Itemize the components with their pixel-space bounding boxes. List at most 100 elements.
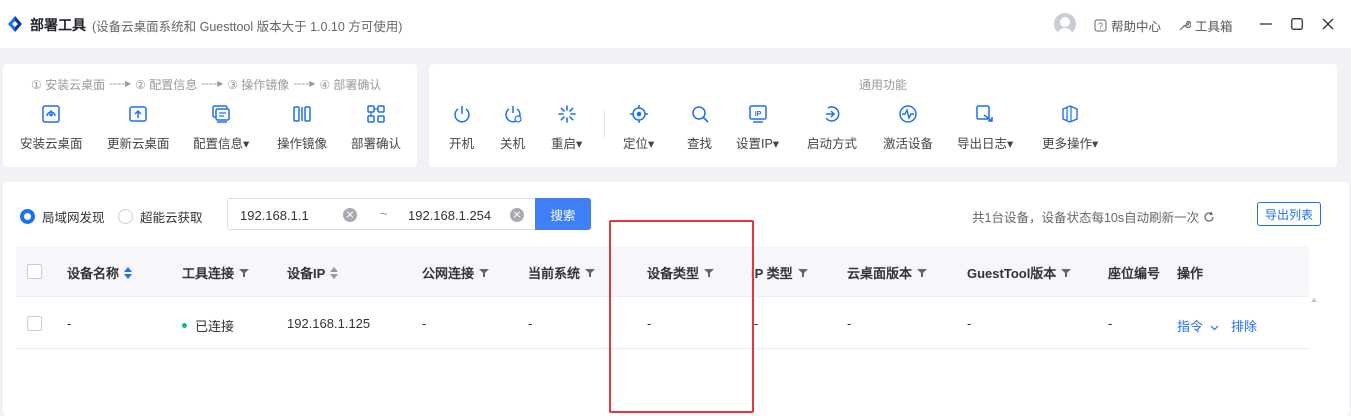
export-log-button[interactable]: 导出日志▾ [957, 104, 1013, 152]
ip-start-input[interactable] [240, 206, 334, 224]
cloud-fetch-radio[interactable]: 超能云获取 [118, 207, 203, 226]
cell-current-os: - [528, 316, 533, 331]
toolbox-link[interactable]: 工具箱 [1178, 16, 1233, 35]
ip-end-input[interactable] [408, 206, 510, 224]
deploy-confirm-button[interactable]: 部署确认 [351, 104, 401, 152]
ip-range-box: ~ [227, 198, 536, 230]
restart-button[interactable]: 重启▾ [551, 104, 582, 152]
exclude-link[interactable]: 排除 [1231, 316, 1257, 335]
radio-label: 超能云获取 [140, 211, 203, 225]
cell-public-connection: - [422, 316, 427, 331]
clear-icon[interactable] [343, 208, 357, 222]
scroll-up-icon[interactable] [1311, 297, 1317, 303]
sort-icon[interactable] [124, 266, 133, 279]
more-actions-button[interactable]: 更多操作▾ [1042, 104, 1098, 152]
find-button[interactable]: 查找 [687, 104, 712, 152]
export-log-icon [976, 105, 993, 122]
power-off-button[interactable]: 关机 [500, 104, 525, 152]
table-row[interactable]: - 已连接 192.168.1.125 - - - - - - - 指令 排除 [16, 297, 1309, 349]
cell-seat-number: - [1108, 316, 1113, 331]
cell-device-name: - [67, 316, 72, 331]
command-dropdown[interactable]: 指令 [1177, 316, 1219, 335]
close-icon [1322, 18, 1334, 30]
refresh-icon[interactable] [1203, 211, 1215, 223]
maximize-button[interactable] [1287, 14, 1307, 34]
tool-label: 安装云桌面 [20, 137, 83, 151]
app-title: 部署工具 [30, 17, 86, 33]
deploy-confirm-icon [367, 105, 385, 123]
tool-label: 重启▾ [551, 137, 583, 151]
sort-icon[interactable] [330, 266, 339, 279]
range-separator: ~ [380, 206, 388, 221]
connected-status-dot [182, 323, 187, 329]
radio-label: 局域网发现 [42, 211, 105, 225]
tool-label: 部署确认 [351, 137, 402, 151]
toolbox-label: 工具箱 [1195, 20, 1233, 34]
panel-heading: 通用功能 [858, 78, 907, 92]
row-checkbox[interactable] [27, 316, 42, 331]
column-label: 工具连接 [182, 266, 235, 281]
step-config: ② 配置信息 [135, 78, 198, 92]
chevron-down-icon [1210, 325, 1219, 331]
tool-label: 关机 [500, 137, 526, 151]
tool-label: 查找 [687, 137, 713, 151]
minimize-button[interactable] [1256, 14, 1276, 34]
connection-label: 已连接 [195, 319, 235, 334]
column-device-name: 设备名称 [67, 263, 133, 282]
filter-icon[interactable] [239, 268, 250, 278]
boot-mode-button[interactable]: 启动方式 [807, 104, 857, 152]
common-functions-panel: 通用功能 开机 关机 重启▾ 定位▾ 查找 IP 设置IP▾ 启动方式 激活设备… [429, 64, 1337, 167]
locate-button[interactable]: 定位▾ [623, 104, 654, 152]
svg-text:?: ? [1098, 21, 1103, 31]
step-arrow: ----▸ [109, 76, 132, 90]
device-status-text: 共1台设备，设备状态每10s自动刷新一次 [972, 207, 1215, 226]
radio-checked-icon [20, 209, 35, 224]
deploy-steps: ① 安装云桌面 ----▸ ② 配置信息 ----▸ ③ 操作镜像 ----▸ … [31, 76, 381, 93]
tool-label: 激活设备 [883, 137, 934, 151]
update-desktop-button[interactable]: 更新云桌面 [107, 104, 170, 152]
cell-ip-type: - [754, 316, 759, 331]
filter-icon[interactable] [585, 268, 596, 278]
title-bar: 部署工具 (设备云桌面系统和 Guesttool 版本大于 1.0.10 方可使… [0, 0, 1351, 48]
set-ip-button[interactable]: IP 设置IP▾ [736, 104, 779, 152]
step-image: ③ 操作镜像 [227, 78, 290, 92]
config-info-button[interactable]: 配置信息▾ [193, 104, 249, 152]
restart-icon [557, 105, 576, 123]
tool-label: 导出日志▾ [957, 137, 1014, 151]
lan-discovery-radio[interactable]: 局域网发现 [20, 207, 105, 226]
search-button[interactable]: 搜索 [535, 198, 591, 230]
device-list-panel: 局域网发现 超能云获取 ~ 搜索 共1台设备，设备状态每10s自动刷新一次 导出… [3, 182, 1349, 416]
activate-device-button[interactable]: 激活设备 [883, 104, 933, 152]
update-desktop-icon [129, 106, 147, 122]
install-desktop-button[interactable]: 安装云桌面 [20, 104, 83, 152]
config-info-icon [212, 105, 230, 123]
filter-icon[interactable] [917, 268, 928, 278]
filter-icon[interactable] [1061, 268, 1072, 278]
column-label: 云桌面版本 [847, 266, 913, 281]
user-avatar[interactable] [1054, 13, 1076, 35]
column-desktop-version: 云桌面版本 [847, 263, 928, 282]
select-all-checkbox[interactable] [27, 264, 42, 279]
tool-label: 开机 [449, 137, 475, 151]
locate-icon [629, 105, 648, 123]
command-label: 指令 [1177, 319, 1204, 334]
install-desktop-icon [42, 105, 60, 123]
cell-device-type: - [647, 316, 652, 331]
column-public-connection: 公网连接 [422, 263, 490, 282]
filter-icon[interactable] [479, 268, 490, 278]
close-button[interactable] [1318, 14, 1338, 34]
clear-icon[interactable] [510, 208, 524, 222]
help-center-label: 帮助中心 [1111, 20, 1162, 34]
filter-icon[interactable] [797, 268, 808, 278]
wrench-icon [1179, 20, 1191, 31]
column-actions: 操作 [1177, 263, 1203, 282]
help-center-link[interactable]: ? 帮助中心 [1094, 16, 1161, 35]
image-operation-icon [293, 106, 311, 122]
minimize-icon [1260, 23, 1272, 25]
image-operation-button[interactable]: 操作镜像 [277, 104, 327, 152]
export-list-button[interactable]: 导出列表 [1257, 202, 1322, 226]
filter-icon[interactable] [704, 268, 715, 278]
power-on-button[interactable]: 开机 [449, 104, 474, 152]
set-ip-icon: IP [748, 105, 767, 123]
tool-label: 配置信息▾ [193, 137, 250, 151]
